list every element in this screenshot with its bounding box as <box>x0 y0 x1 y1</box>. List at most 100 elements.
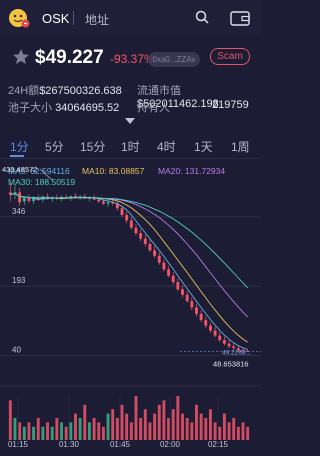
volume-bar <box>246 426 250 440</box>
stat-pool-value: 34064695.52 <box>55 102 120 114</box>
tab-1h[interactable]: 1时 <box>121 138 140 155</box>
volume-bar <box>64 426 68 440</box>
candle <box>232 346 236 349</box>
volume-bar <box>78 418 82 440</box>
header-divider <box>73 11 74 25</box>
x-axis-tick-3: 02:00 <box>160 440 181 449</box>
volume-bar <box>204 418 208 440</box>
volume-bar <box>125 413 129 440</box>
volume-bar <box>143 409 147 440</box>
chevron-down-icon[interactable] <box>125 118 135 124</box>
x-axis-tick-1: 01:30 <box>59 440 80 449</box>
x-axis-tick-2: 01:45 <box>110 440 131 449</box>
volume-bar <box>32 426 36 440</box>
volume-bar <box>176 396 180 440</box>
candle <box>181 289 184 295</box>
candle <box>27 197 31 201</box>
candle <box>22 197 26 202</box>
volume-bar <box>55 418 59 440</box>
candle <box>222 340 226 344</box>
candle <box>106 202 110 204</box>
candle <box>171 275 175 283</box>
tab-1d[interactable]: 1天 <box>194 138 213 155</box>
stat-holders-value: 219759 <box>212 99 249 111</box>
volume-bar <box>134 396 138 440</box>
volume-bar <box>60 422 63 440</box>
volume-bar <box>69 422 73 440</box>
volume-bar <box>232 418 236 440</box>
tab-1w[interactable]: 1周 <box>231 138 250 155</box>
volume-bar <box>181 413 184 440</box>
candle <box>153 250 157 256</box>
volume-bar <box>41 426 45 440</box>
volume-bar <box>50 426 54 440</box>
price-chart[interactable]: 346 193 40 435.48572 49.2268... 48.653816 01:1… <box>0 160 261 456</box>
volume-bar <box>227 422 231 440</box>
search-icon[interactable] <box>195 10 209 24</box>
candle <box>143 238 147 245</box>
volume-bar <box>18 422 22 440</box>
volume-bar <box>167 418 171 440</box>
volume-bar <box>195 404 198 440</box>
candle <box>148 244 152 251</box>
volume-bar <box>101 426 105 440</box>
tab-4h[interactable]: 4时 <box>157 138 176 155</box>
star-icon[interactable] <box>12 48 30 66</box>
low-price-label: 48.653816 <box>213 359 248 368</box>
volume-bar <box>106 413 110 440</box>
stat-pool-label: 池子大小 <box>8 102 52 114</box>
candle <box>176 282 180 290</box>
tab-15m[interactable]: 15分 <box>80 138 105 155</box>
candle <box>213 330 217 336</box>
x-axis-tick-0: 01:15 <box>8 440 29 449</box>
volume-bar <box>74 413 77 440</box>
header-bar: OSK 地址 <box>0 0 261 36</box>
y-axis-tick-0: 346 <box>12 207 26 216</box>
volume-bar <box>8 400 12 440</box>
volume-bar <box>36 418 40 440</box>
candle <box>97 199 101 202</box>
volume-bar <box>46 422 50 440</box>
volume-bar <box>22 426 26 440</box>
volume-bar <box>83 404 87 440</box>
contract-address-pill[interactable]: 0xa0...ZZAv <box>148 52 200 67</box>
stat-holders-value-wrap: 219759 <box>212 99 249 111</box>
candle <box>120 208 124 216</box>
candle <box>195 307 198 314</box>
volume-bar <box>87 422 91 440</box>
volume-bar <box>171 409 175 440</box>
candle <box>204 320 208 326</box>
candle <box>18 192 22 203</box>
volume-bar <box>129 422 133 440</box>
volume-bar <box>27 422 31 440</box>
candle <box>125 215 129 221</box>
stat-circulation-label: 流通市值 <box>137 85 181 97</box>
stat-volume-24h-label: 24H额 <box>8 85 40 97</box>
high-price-label: 435.48572 <box>2 165 37 174</box>
stat-volume-24h: 24H额$267500326.638 <box>8 82 122 98</box>
active-tab-indicator <box>10 155 24 157</box>
high-price-pointer <box>39 168 53 181</box>
volume-bar <box>153 413 157 440</box>
wallet-icon[interactable] <box>230 10 250 26</box>
address-search-field[interactable]: 地址 <box>85 11 109 28</box>
candle <box>157 255 161 263</box>
volume-bar <box>139 418 143 440</box>
volume-bar <box>241 422 245 440</box>
volume-bar <box>199 413 203 440</box>
candle <box>101 201 105 204</box>
candle <box>208 325 212 331</box>
tabs-divider <box>0 158 261 159</box>
tab-5m[interactable]: 5分 <box>45 138 64 155</box>
candle <box>218 335 222 341</box>
volume-bar <box>213 422 217 440</box>
volume-bar <box>162 400 166 440</box>
volume-bar <box>115 418 119 440</box>
candle <box>134 227 138 234</box>
stat-pool: 池子大小 34064695.52 <box>8 99 119 115</box>
token-name: OSK <box>42 11 70 26</box>
price-row: $49.227 -93.37% 0xa0...ZZAv Scam <box>0 44 261 72</box>
tab-1m[interactable]: 1分 <box>10 138 29 155</box>
volume-bar <box>236 426 240 440</box>
candle <box>139 233 143 239</box>
